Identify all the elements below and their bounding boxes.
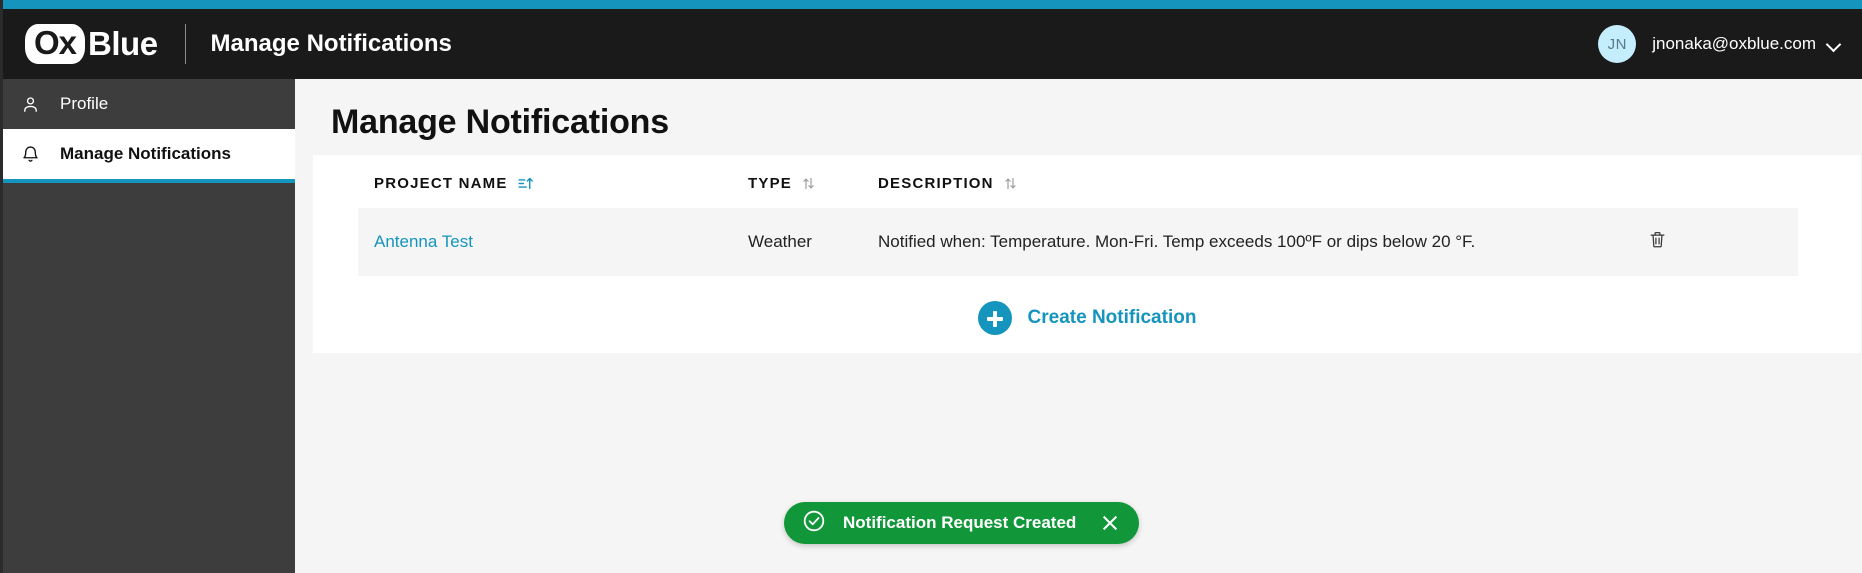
- bell-icon: [21, 145, 47, 164]
- avatar: JN: [1598, 25, 1637, 63]
- sidebar-item-manage-notifications[interactable]: Manage Notifications: [3, 129, 295, 183]
- column-header-type[interactable]: TYPE: [748, 155, 878, 208]
- cell-actions: [1648, 208, 1798, 276]
- sidebar-item-profile[interactable]: Profile: [3, 79, 295, 129]
- main-content: Manage Notifications PROJECT NAME TYPE D…: [295, 79, 1862, 573]
- header-title: Manage Notifications: [210, 30, 452, 57]
- brand-logo[interactable]: Ox Blue: [25, 23, 158, 65]
- sort-updown-icon: [1003, 176, 1018, 191]
- sort-updown-icon: [801, 176, 816, 191]
- create-notification-label: Create Notification: [1027, 307, 1197, 328]
- toast-notification: Notification Request Created: [784, 502, 1140, 544]
- user-email-label: jnonaka@oxblue.com: [1652, 34, 1816, 53]
- table-head: PROJECT NAME TYPE DESCRIPTION: [358, 155, 1798, 208]
- column-header-project-name-label: PROJECT NAME: [374, 175, 508, 192]
- sort-ascending-icon: [517, 175, 534, 192]
- user-menu[interactable]: JN jnonaka@oxblue.com: [1598, 25, 1841, 63]
- table-header-row: PROJECT NAME TYPE DESCRIPTION: [358, 155, 1798, 208]
- project-name-link[interactable]: Antenna Test: [374, 232, 473, 251]
- table-row: Antenna Test Weather Notified when: Temp…: [358, 208, 1798, 276]
- column-header-description-label: DESCRIPTION: [878, 175, 994, 192]
- logo-ox-mark: Ox: [25, 23, 86, 65]
- toast-close-button[interactable]: [1100, 513, 1120, 533]
- column-header-project-name[interactable]: PROJECT NAME: [358, 155, 748, 208]
- app-header: Ox Blue Manage Notifications JN jnonaka@…: [3, 9, 1862, 79]
- cell-description: Notified when: Temperature. Mon-Fri. Tem…: [878, 232, 1476, 251]
- column-header-description[interactable]: DESCRIPTION: [878, 155, 1648, 208]
- trash-icon: [1648, 231, 1667, 252]
- toast-message: Notification Request Created: [843, 513, 1077, 532]
- notifications-table: PROJECT NAME TYPE DESCRIPTION Antenna Te…: [358, 155, 1798, 276]
- top-accent-strip: [3, 0, 1862, 9]
- app-root: Ox Blue Manage Notifications JN jnonaka@…: [0, 0, 1862, 573]
- logo-blue-text: Blue: [88, 24, 158, 62]
- plus-circle-icon: [977, 301, 1012, 335]
- header-divider: [184, 24, 186, 64]
- chevron-down-icon: [1828, 38, 1841, 51]
- sidebar-item-profile-label: Profile: [60, 94, 109, 113]
- sidebar: Profile Manage Notifications: [3, 79, 295, 573]
- column-header-type-label: TYPE: [748, 175, 792, 192]
- table-body: Antenna Test Weather Notified when: Temp…: [358, 208, 1798, 276]
- delete-notification-button[interactable]: [1648, 230, 1667, 249]
- sidebar-item-manage-notifications-label: Manage Notifications: [60, 144, 231, 163]
- cell-type: Weather: [748, 232, 812, 251]
- check-circle-icon: [802, 509, 826, 538]
- column-header-actions: [1648, 155, 1798, 208]
- user-icon: [21, 95, 47, 114]
- page-title: Manage Notifications: [331, 103, 669, 141]
- cell-project-name: Antenna Test: [358, 208, 748, 276]
- create-notification-button[interactable]: Create Notification: [313, 301, 1861, 335]
- notifications-card: PROJECT NAME TYPE DESCRIPTION Antenna Te…: [313, 155, 1861, 353]
